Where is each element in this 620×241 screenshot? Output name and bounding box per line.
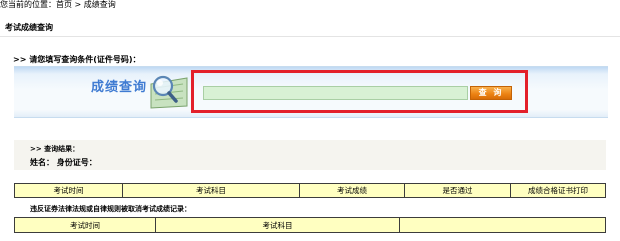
magnifier-over-document-icon xyxy=(150,75,188,109)
column-header-exam-time: 考试时间 xyxy=(14,217,156,233)
column-header-exam-subject: 考试科目 xyxy=(122,183,300,198)
result-heading: >> 查询结果： xyxy=(30,145,80,153)
column-header-blank xyxy=(399,217,606,233)
score-table: 考试时间 考试科目 考试成绩 是否通过 成绩合格证书打印 xyxy=(14,183,606,198)
page-title: 考试成绩查询 xyxy=(5,23,53,32)
name-label: 姓名： xyxy=(30,158,54,167)
breadcrumb-current: 成绩查询 xyxy=(83,0,116,9)
id-number-input[interactable] xyxy=(203,86,468,100)
breadcrumb-separator: > xyxy=(72,0,84,9)
title-divider xyxy=(0,36,620,37)
violation-record-title: 违反证券法律法规或自律规则被取消考试成绩记录： xyxy=(30,205,191,213)
column-header-passed: 是否通过 xyxy=(404,183,511,198)
score-table-header-row: 考试时间 考试科目 考试成绩 是否通过 成绩合格证书打印 xyxy=(14,183,606,198)
column-header-exam-time: 考试时间 xyxy=(14,183,123,198)
result-panel xyxy=(14,140,606,170)
panel-title: 成绩查询 xyxy=(91,80,148,95)
query-button[interactable]: 查 询 xyxy=(470,86,512,100)
breadcrumb-prefix: 您当前的位置： xyxy=(0,0,56,9)
query-prompt: >> 请您填写查询条件(证件号码)： xyxy=(13,55,141,64)
violation-table-header-row: 考试时间 考试科目 xyxy=(14,217,606,233)
column-header-exam-subject: 考试科目 xyxy=(155,217,400,233)
id-label: 身份证号： xyxy=(56,158,97,167)
column-header-certificate-print: 成绩合格证书打印 xyxy=(510,183,606,198)
breadcrumb: 您当前的位置：首页 > 成绩查询 xyxy=(0,0,116,12)
column-header-exam-score: 考试成绩 xyxy=(299,183,405,198)
violation-table: 考试时间 考试科目 xyxy=(14,217,606,233)
breadcrumb-home-link[interactable]: 首页 xyxy=(56,0,72,9)
identity-row: 姓名： 身份证号： xyxy=(30,157,99,168)
